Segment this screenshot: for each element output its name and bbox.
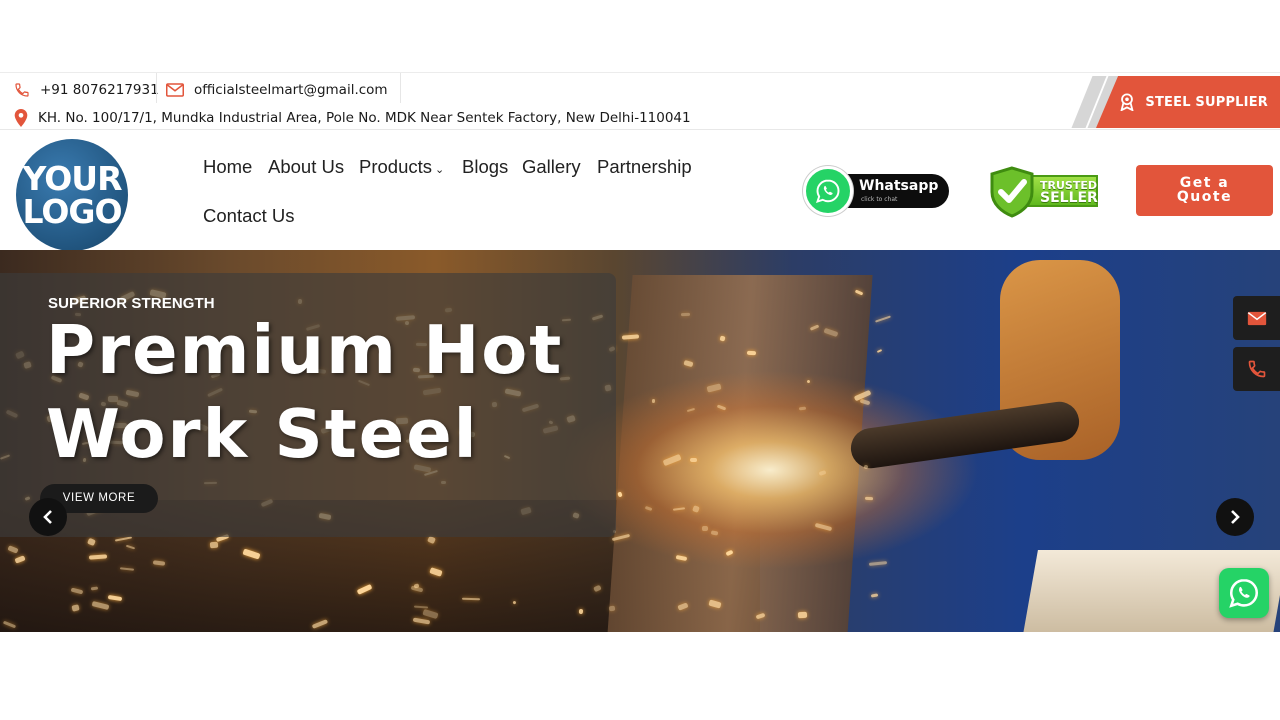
hero-title-line1: Premium Hot — [46, 311, 564, 389]
floating-whatsapp-button[interactable] — [1219, 568, 1269, 618]
nav-products[interactable]: Products ⌄ — [359, 156, 444, 178]
site-header: YOUR LOGO Home About Us Products ⌄ Blogs … — [0, 130, 1280, 251]
topbar-email[interactable]: officialsteelmart@gmail.com — [166, 79, 388, 101]
whatsapp-icon — [1229, 578, 1259, 608]
award-icon — [1120, 93, 1135, 111]
quote-line2: Quote — [1176, 189, 1233, 205]
nav-partnership[interactable]: Partnership — [597, 156, 692, 178]
nav-gallery[interactable]: Gallery — [522, 156, 581, 178]
phone-icon — [1248, 360, 1265, 378]
spark-particle — [701, 525, 709, 531]
spark-particle — [863, 464, 868, 469]
spark-particle — [462, 597, 481, 600]
spark-particle — [806, 379, 811, 383]
address-text: KH. No. 100/17/1, Mundka Industrial Area… — [38, 110, 691, 126]
mail-icon — [166, 83, 184, 97]
spark-particle — [876, 349, 883, 354]
topbar-divider — [156, 73, 157, 103]
spark-particle — [871, 593, 879, 598]
spark-particle — [681, 312, 691, 316]
steel-supplier-badge: STEEL SUPPLIER — [1096, 76, 1280, 128]
nav-blogs[interactable]: Blogs — [462, 156, 508, 178]
mail-icon — [1247, 311, 1266, 325]
slider-next-button[interactable] — [1216, 498, 1254, 536]
hero-bg-spark-glow — [560, 370, 980, 570]
nav-contact[interactable]: Contact Us — [203, 205, 295, 227]
hero-title: Premium Hot Work Steel — [46, 308, 563, 476]
get-a-quote-button[interactable]: Get a Quote — [1136, 165, 1273, 216]
supplier-label: STEEL SUPPLIER — [1145, 94, 1268, 110]
spark-particle — [875, 315, 892, 324]
slider-prev-button[interactable] — [29, 498, 67, 536]
phone-number: +91 8076217931 — [40, 82, 159, 98]
spark-particle — [797, 612, 808, 619]
nav-about[interactable]: About Us — [268, 156, 344, 178]
chevron-down-icon: ⌄ — [435, 164, 445, 176]
check-shield-icon — [990, 166, 1034, 218]
hero-title-line2: Work Steel — [46, 395, 479, 473]
whatsapp-chat-button[interactable]: Whatsapp click to chat — [803, 166, 949, 216]
topbar-divider — [400, 73, 401, 103]
spark-particle — [747, 350, 756, 355]
logo-text-line2: LOGO — [22, 192, 122, 231]
logo-text-line1: YOUR — [22, 159, 123, 198]
side-phone-tab[interactable] — [1233, 347, 1280, 391]
trusted-seller-badge: TRUSTED SELLER — [988, 166, 1100, 218]
topbar-phone[interactable]: +91 8076217931 — [14, 79, 159, 101]
spark-particle — [690, 457, 698, 462]
chevron-left-icon — [43, 510, 52, 524]
hero-slider: SUPERIOR STRENGTH Premium Hot Work Steel… — [0, 250, 1280, 632]
whatsapp-icon — [803, 166, 853, 216]
email-address: officialsteelmart@gmail.com — [194, 82, 388, 98]
spark-particle — [209, 541, 218, 548]
nav-home[interactable]: Home — [203, 156, 252, 178]
whatsapp-sublabel: click to chat — [861, 196, 898, 203]
top-info-bar: +91 8076217931 officialsteelmart@gmail.c… — [0, 72, 1280, 130]
chevron-right-icon — [1231, 510, 1240, 524]
nav-products-label: Products — [359, 156, 433, 177]
location-pin-icon — [14, 109, 28, 127]
site-logo[interactable]: YOUR LOGO — [16, 139, 128, 251]
quote-line1: Get a — [1179, 175, 1230, 191]
trusted-line2: SELLER — [1040, 190, 1098, 206]
topbar-address: KH. No. 100/17/1, Mundka Industrial Area… — [14, 107, 691, 129]
side-email-tab[interactable] — [1233, 296, 1280, 340]
whatsapp-label: Whatsapp — [859, 178, 939, 194]
phone-icon — [15, 83, 29, 97]
